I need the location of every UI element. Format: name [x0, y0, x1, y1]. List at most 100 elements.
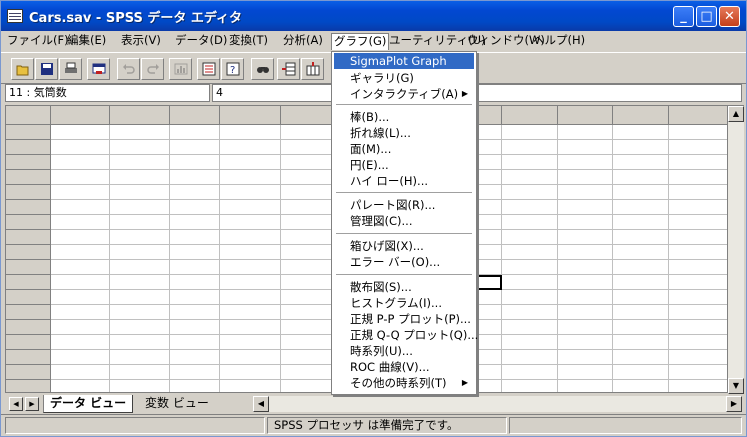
- empty-cell[interactable]: [613, 350, 669, 365]
- empty-cell[interactable]: [669, 290, 727, 305]
- data-cell[interactable]: [220, 230, 281, 245]
- print-button[interactable]: [59, 58, 82, 80]
- row-header[interactable]: [6, 200, 51, 215]
- data-cell[interactable]: [281, 230, 336, 245]
- empty-cell[interactable]: [669, 185, 727, 200]
- data-cell[interactable]: [502, 350, 558, 365]
- data-cell[interactable]: [110, 185, 170, 200]
- empty-cell[interactable]: [558, 155, 613, 170]
- graph-menu-item[interactable]: その他の時系列(T) ▶: [334, 375, 474, 391]
- data-cell[interactable]: [502, 290, 558, 305]
- data-cell[interactable]: [51, 260, 110, 275]
- data-cell[interactable]: [51, 230, 110, 245]
- data-cell[interactable]: [281, 320, 336, 335]
- data-cell[interactable]: [51, 350, 110, 365]
- data-cell[interactable]: [110, 305, 170, 320]
- tab-prev-icon[interactable]: ◀: [9, 397, 23, 411]
- empty-cell[interactable]: [669, 215, 727, 230]
- data-cell[interactable]: [110, 245, 170, 260]
- empty-cell[interactable]: [613, 185, 669, 200]
- data-cell[interactable]: [502, 140, 558, 155]
- row-header[interactable]: [6, 365, 51, 380]
- data-cell[interactable]: [170, 350, 220, 365]
- redo-button[interactable]: [141, 58, 164, 80]
- data-cell[interactable]: [51, 155, 110, 170]
- save-button[interactable]: [35, 58, 58, 80]
- goto-chart-button[interactable]: [169, 58, 192, 80]
- data-cell[interactable]: [170, 230, 220, 245]
- column-header[interactable]: [110, 106, 170, 125]
- data-cell[interactable]: [110, 365, 170, 380]
- data-cell[interactable]: [502, 200, 558, 215]
- empty-cell[interactable]: [669, 125, 727, 140]
- maximize-button[interactable]: □: [696, 6, 717, 27]
- empty-cell[interactable]: [558, 305, 613, 320]
- data-cell[interactable]: [170, 140, 220, 155]
- graph-menu-item[interactable]: 正規 P-P プロット(P)...: [334, 311, 474, 327]
- data-cell[interactable]: [502, 185, 558, 200]
- data-cell[interactable]: [170, 215, 220, 230]
- data-cell[interactable]: [220, 380, 281, 392]
- tab-next-icon[interactable]: ▶: [25, 397, 39, 411]
- data-cell[interactable]: [281, 305, 336, 320]
- data-cell[interactable]: [281, 335, 336, 350]
- row-header[interactable]: [6, 260, 51, 275]
- graph-menu-item[interactable]: 箱ひげ図(X)...: [334, 238, 474, 254]
- data-cell[interactable]: [281, 140, 336, 155]
- column-header[interactable]: [613, 106, 669, 125]
- empty-cell[interactable]: [669, 245, 727, 260]
- empty-cell[interactable]: [558, 260, 613, 275]
- data-cell[interactable]: [51, 170, 110, 185]
- empty-cell[interactable]: [558, 140, 613, 155]
- data-cell[interactable]: [110, 125, 170, 140]
- empty-cell[interactable]: [613, 320, 669, 335]
- cell-value-editor[interactable]: 4: [212, 84, 742, 102]
- empty-cell[interactable]: [613, 365, 669, 380]
- empty-cell[interactable]: [613, 245, 669, 260]
- tab-data-view[interactable]: データ ビュー: [43, 395, 134, 413]
- data-cell[interactable]: [110, 215, 170, 230]
- menu-graphs[interactable]: グラフ(G): [331, 33, 390, 50]
- menu-data[interactable]: データ(D): [173, 33, 229, 50]
- data-cell[interactable]: [220, 200, 281, 215]
- data-cell[interactable]: [502, 215, 558, 230]
- column-header[interactable]: [558, 106, 613, 125]
- data-cell[interactable]: [281, 170, 336, 185]
- data-cell[interactable]: [51, 215, 110, 230]
- column-header[interactable]: [669, 106, 727, 125]
- data-cell[interactable]: [220, 185, 281, 200]
- data-cell[interactable]: [281, 185, 336, 200]
- data-cell[interactable]: [220, 365, 281, 380]
- horizontal-scrollbar[interactable]: ◀ ▶: [253, 396, 742, 412]
- row-header[interactable]: [6, 305, 51, 320]
- empty-cell[interactable]: [558, 380, 613, 392]
- scroll-right-arrow[interactable]: ▶: [726, 396, 742, 412]
- menu-transform[interactable]: 変換(T): [227, 33, 270, 50]
- data-cell[interactable]: [51, 275, 110, 290]
- data-cell[interactable]: [502, 245, 558, 260]
- row-header[interactable]: [6, 290, 51, 305]
- empty-cell[interactable]: [558, 185, 613, 200]
- data-cell[interactable]: [51, 305, 110, 320]
- graph-menu-item[interactable]: エラー バー(O)...: [334, 254, 474, 270]
- empty-cell[interactable]: [669, 350, 727, 365]
- empty-cell[interactable]: [558, 275, 613, 290]
- empty-cell[interactable]: [613, 260, 669, 275]
- row-header[interactable]: [6, 245, 51, 260]
- dialog-recall-button[interactable]: [87, 58, 110, 80]
- graph-menu-item[interactable]: パレート図(R)...: [334, 197, 474, 213]
- data-cell[interactable]: [51, 200, 110, 215]
- empty-cell[interactable]: [613, 380, 669, 392]
- vertical-scrollbar[interactable]: ▲ ▼: [728, 105, 744, 394]
- scroll-left-arrow[interactable]: ◀: [253, 396, 269, 412]
- scroll-down-arrow[interactable]: ▼: [728, 378, 744, 394]
- close-button[interactable]: ✕: [719, 6, 740, 27]
- data-cell[interactable]: [51, 185, 110, 200]
- data-cell[interactable]: [502, 365, 558, 380]
- open-button[interactable]: [11, 58, 34, 80]
- data-cell[interactable]: [51, 380, 110, 392]
- graph-menu-item[interactable]: 円(E)...: [334, 157, 474, 173]
- empty-cell[interactable]: [613, 140, 669, 155]
- data-cell[interactable]: [220, 125, 281, 140]
- row-header[interactable]: [6, 275, 51, 290]
